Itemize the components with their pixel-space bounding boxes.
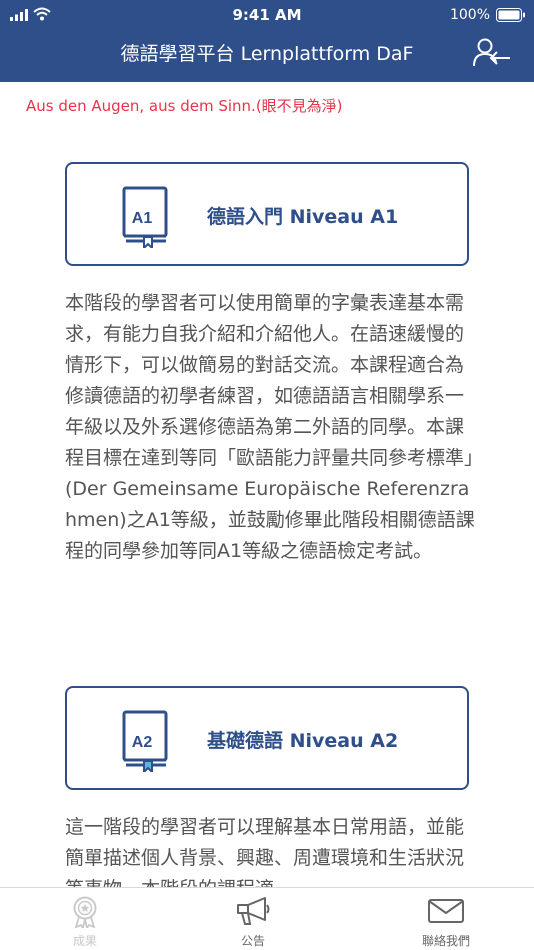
course-list[interactable]: A1 德語入門 Niveau A1 本階段的學習者可以使用簡單的字彙表達基本需求… — [0, 130, 534, 887]
tab-label: 公告 — [240, 934, 265, 948]
proverb-text: Aus den Augen, aus dem Sinn.(眼不見為淨) — [26, 97, 343, 115]
book-level-label: A2 — [132, 734, 153, 751]
course-card-a2[interactable]: A2 基礎德語 Niveau A2 — [65, 686, 469, 790]
megaphone-icon — [237, 897, 270, 925]
envelope-icon — [428, 899, 464, 923]
book-level-label: A1 — [132, 210, 153, 227]
course-title: 基礎德語 Niveau A2 — [207, 730, 399, 752]
status-bar: 9:41 AM 100% — [0, 0, 534, 30]
logout-icon[interactable] — [472, 38, 512, 68]
battery-icon — [496, 8, 525, 22]
course-card-a1[interactable]: A1 德語入門 Niveau A1 — [65, 162, 469, 266]
course-description: 本階段的學習者可以使用簡單的字彙表達基本需求，有能力自我介紹和介紹他人。在語速緩… — [65, 292, 475, 562]
book-icon: A2 — [122, 710, 168, 772]
tab-contact-us[interactable]: 聯絡我們 — [390, 888, 502, 950]
tab-bar: 成果 公告 聯絡我們 — [0, 887, 534, 950]
tab-label: 聯絡我們 — [421, 934, 470, 948]
top-bar: 9:41 AM 100% 德語學習平台 Lernplattform DaF — [0, 0, 534, 82]
course-description: 這一階段的學習者可以理解基本日常用語，並能簡單描述個人背景、興趣、周遭環境和生活… — [65, 816, 465, 887]
course-title: 德語入門 Niveau A1 — [207, 206, 399, 228]
tab-label: 成果 — [72, 934, 97, 948]
tab-achievements[interactable]: 成果 — [30, 888, 140, 950]
page-title: 德語學習平台 Lernplattform DaF — [120, 43, 414, 65]
battery-percentage: 100% — [449, 7, 490, 23]
book-icon: A1 — [122, 186, 168, 248]
tab-announcements[interactable]: 公告 — [198, 888, 308, 950]
medal-icon — [73, 896, 97, 928]
